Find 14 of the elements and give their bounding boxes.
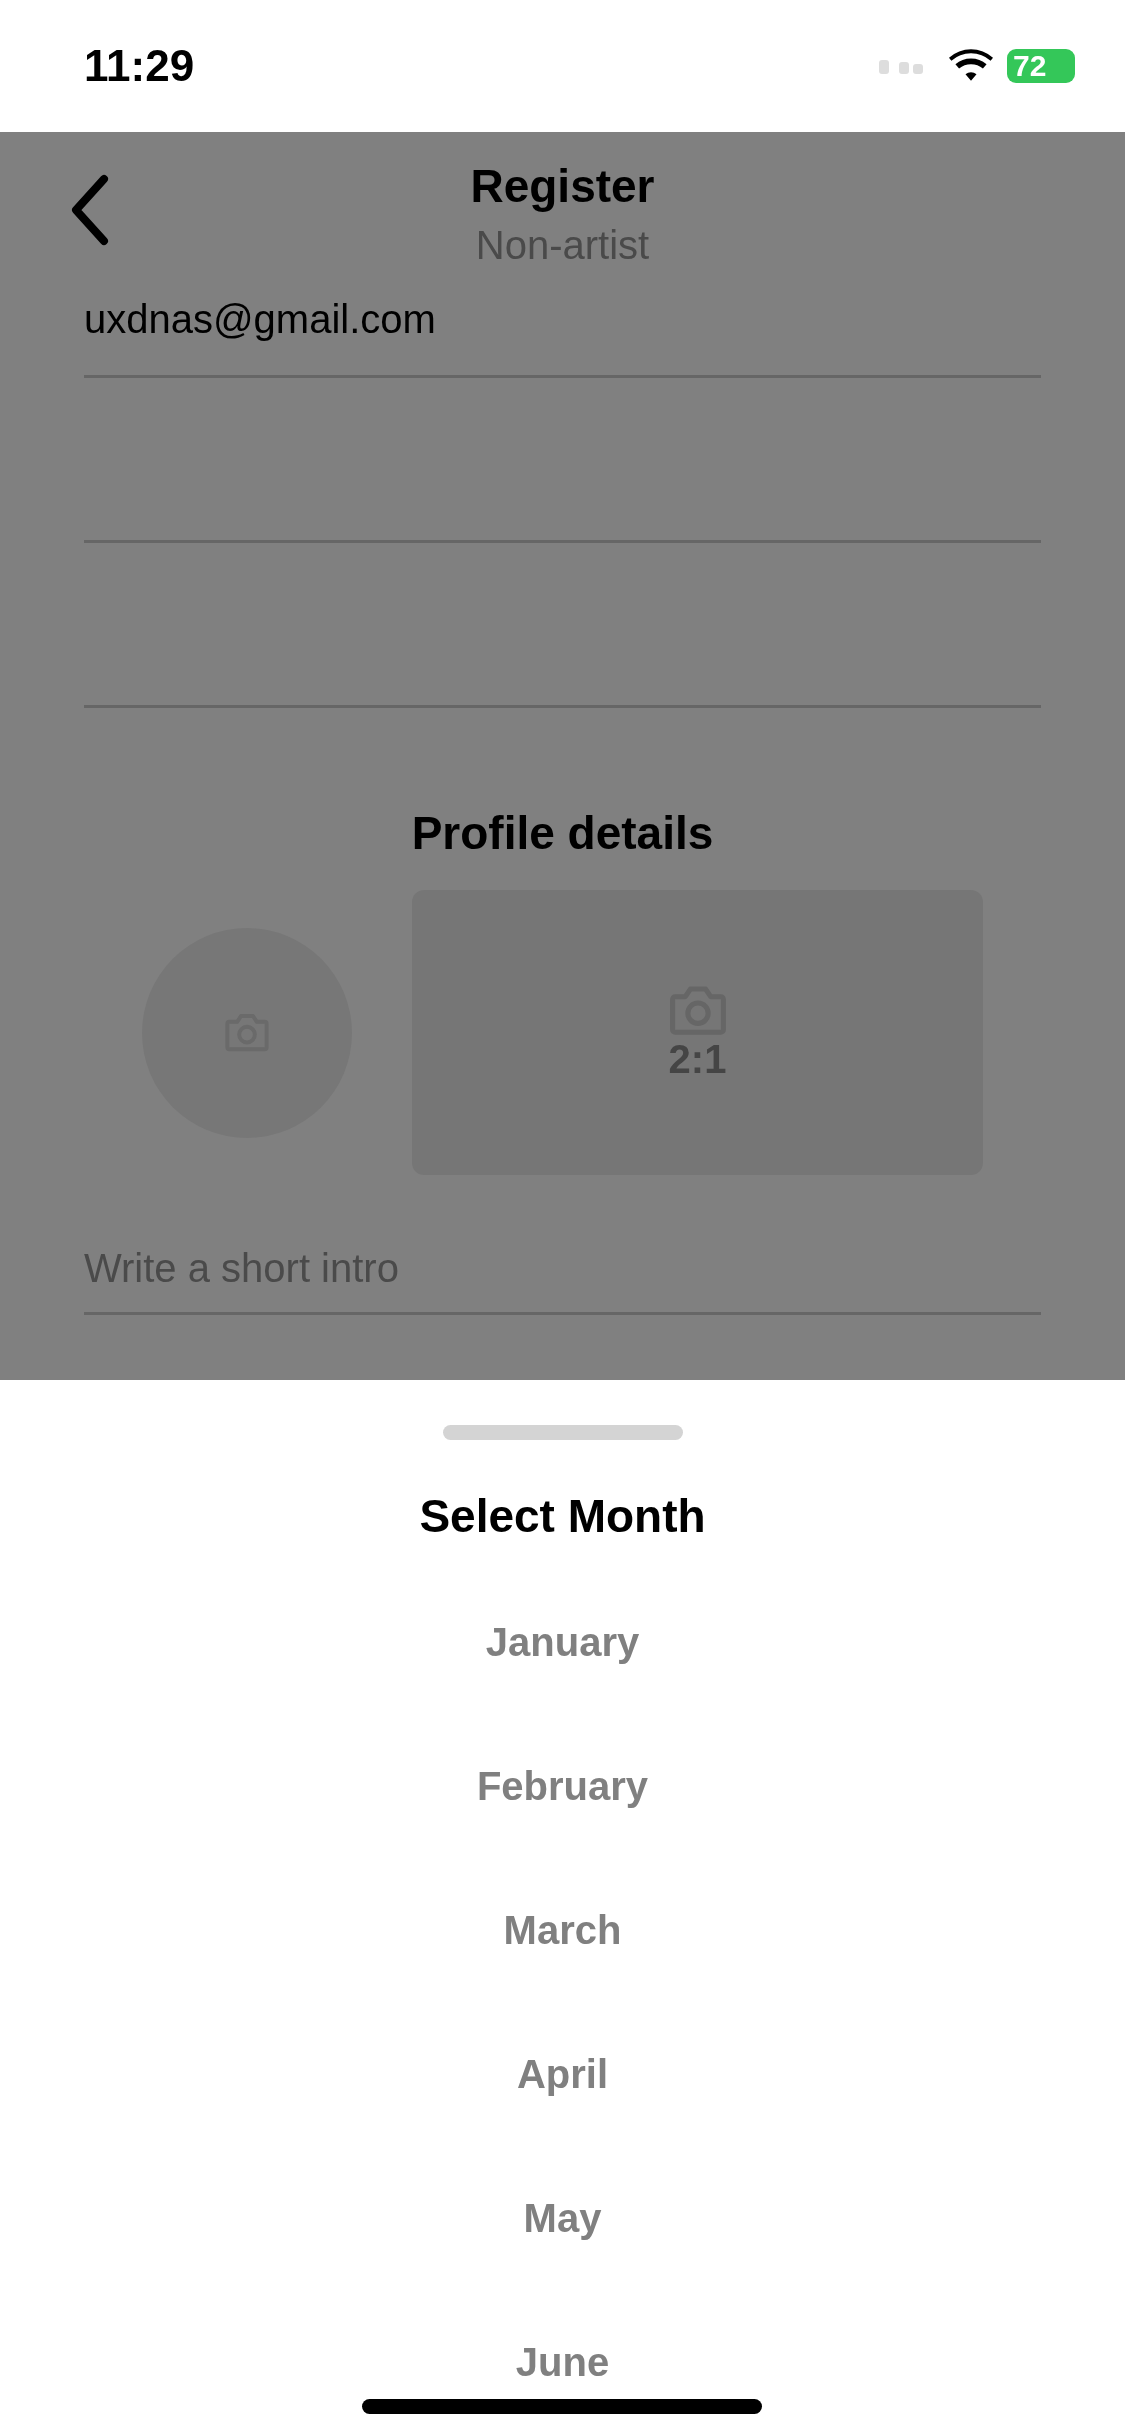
sheet-title: Select Month	[419, 1489, 706, 1544]
page-title: Register	[470, 159, 655, 214]
month-option[interactable]: March	[483, 1858, 642, 2002]
wifi-icon	[949, 49, 993, 83]
month-option[interactable]: January	[465, 1570, 660, 1714]
month-option[interactable]: May	[503, 2146, 622, 2290]
status-time: 11:29	[84, 41, 195, 91]
battery-indicator: 72	[1007, 49, 1075, 83]
month-option[interactable]: February	[456, 1714, 669, 1858]
sheet-handle[interactable]	[442, 1425, 683, 1440]
email-field[interactable]: uxdnas@gmail.com	[84, 278, 1041, 378]
month-option[interactable]: April	[496, 2002, 629, 2146]
month-option[interactable]: June	[495, 2290, 630, 2434]
section-heading: Profile details	[411, 806, 714, 860]
